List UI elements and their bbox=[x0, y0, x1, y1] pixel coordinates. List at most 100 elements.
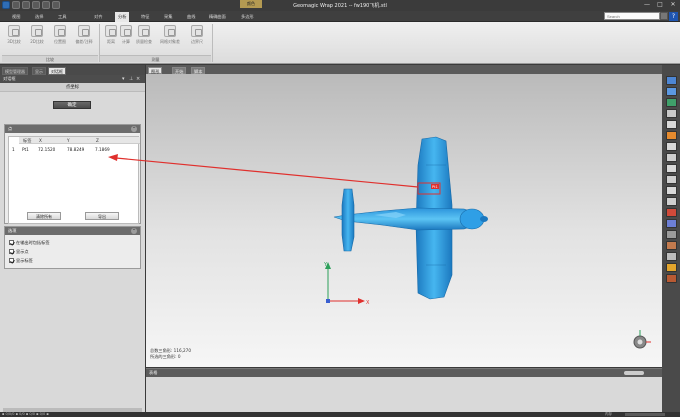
row-index[interactable]: 1 bbox=[12, 147, 15, 152]
points-section: 点 ^ 标签 X Y Z 1 Pt1 72.1520 78.8249 7.1869… bbox=[4, 124, 141, 224]
select-icon[interactable] bbox=[666, 142, 677, 151]
close-icon[interactable]: ✕ bbox=[667, 1, 679, 9]
clear-selection-icon[interactable] bbox=[666, 208, 677, 217]
polyline-icon[interactable] bbox=[666, 186, 677, 195]
checkbox-checked-icon[interactable] bbox=[9, 258, 14, 263]
ribbon-3d-compare-button[interactable]: 3D比较 bbox=[4, 25, 24, 45]
horizontal-scrollbar[interactable] bbox=[624, 371, 644, 375]
annotate-icon bbox=[78, 25, 90, 37]
tab-display[interactable]: 显示 bbox=[32, 67, 46, 75]
ribbon-location-map-button[interactable]: 位置图 bbox=[50, 25, 70, 45]
section-title: 点 bbox=[8, 126, 13, 131]
collapse-icon[interactable]: ^ bbox=[131, 228, 137, 234]
ribbon-compute-button[interactable]: 计算 bbox=[116, 25, 136, 45]
ok-button[interactable]: 确定 bbox=[53, 101, 91, 109]
group-separator bbox=[212, 24, 213, 62]
memory-label: 内存 bbox=[605, 412, 612, 416]
ellipse-icon[interactable] bbox=[666, 197, 677, 206]
help-icon[interactable]: ? bbox=[669, 12, 678, 21]
menu-bar: 视图 选择 工具 对齐 分析 特征 采集 曲线 精确曲面 多边形 bbox=[0, 11, 680, 22]
menu-item-select[interactable]: 选择 bbox=[35, 13, 43, 21]
cell-x[interactable]: 72.1520 bbox=[38, 147, 55, 152]
menu-item-curves[interactable]: 曲线 bbox=[187, 13, 195, 21]
brush-icon[interactable] bbox=[666, 164, 677, 173]
paint-icon[interactable] bbox=[666, 175, 677, 184]
menu-item-align[interactable]: 对齐 bbox=[94, 13, 102, 21]
dropdown-icon[interactable]: ▾ bbox=[122, 75, 125, 83]
invert-selection-icon[interactable] bbox=[666, 219, 677, 228]
selected-triangles: 所选的三角形: 0 bbox=[150, 354, 181, 359]
checkbox-checked-icon[interactable] bbox=[9, 240, 14, 245]
airplane-model[interactable] bbox=[333, 136, 488, 300]
view-fit-icon[interactable] bbox=[666, 76, 677, 85]
target-icon bbox=[138, 25, 150, 37]
column-header-x[interactable]: X bbox=[39, 138, 42, 144]
view-back-icon[interactable] bbox=[666, 109, 677, 118]
export-button[interactable]: 导出 bbox=[85, 212, 119, 220]
close-panel-icon[interactable]: × bbox=[136, 75, 140, 83]
view-rotate-icon[interactable] bbox=[666, 87, 677, 96]
pin-icon[interactable]: ⊥ bbox=[129, 75, 133, 83]
app-window: 颜色 Geomagic Wrap 2021 -- fw190飞机.stl — □… bbox=[0, 0, 680, 417]
search-input[interactable] bbox=[604, 12, 660, 20]
maximize-icon[interactable]: □ bbox=[654, 1, 666, 9]
ribbon-boundary-size-button[interactable]: 边界尺 bbox=[187, 25, 207, 45]
ribbon-group-measure: 测量 bbox=[100, 55, 211, 62]
right-toolbar bbox=[662, 65, 680, 412]
lighting-icon[interactable] bbox=[666, 252, 677, 261]
lasso-icon[interactable] bbox=[666, 153, 677, 162]
view-cube-icon[interactable] bbox=[633, 330, 651, 349]
show-points-checkbox[interactable]: 显示点 bbox=[9, 248, 29, 255]
section-title: 选项 bbox=[8, 228, 17, 233]
3d-viewport[interactable]: 图形 开始 脚本 Pt1 Y X 总数三角形: 116,270 所选的三角形: … bbox=[146, 65, 662, 367]
tab-dialog[interactable]: 对话框 bbox=[48, 67, 66, 75]
boundary-icon bbox=[191, 25, 203, 37]
title-bar: 颜色 Geomagic Wrap 2021 -- fw190飞机.stl — □… bbox=[0, 0, 680, 11]
menu-item-exact-surfacing[interactable]: 精确曲面 bbox=[209, 13, 226, 21]
collapse-icon[interactable]: ^ bbox=[131, 126, 137, 132]
cell-z[interactable]: 7.1869 bbox=[95, 147, 110, 152]
ribbon-mesh-difference-button[interactable]: 网格对象差 bbox=[160, 25, 180, 45]
menu-item-polygons[interactable]: 多边形 bbox=[241, 13, 254, 21]
calculator-icon bbox=[120, 25, 132, 37]
ribbon-2d-compare-button[interactable]: 2D比较 bbox=[27, 25, 47, 45]
panel-tabs: 模型管理器 显示 对话框 bbox=[0, 65, 145, 75]
hide-icon[interactable] bbox=[666, 230, 677, 239]
render-icon[interactable] bbox=[666, 131, 677, 140]
search-icon[interactable] bbox=[660, 12, 668, 20]
include-labels-checkbox[interactable]: 在输出时包括标签 bbox=[9, 239, 50, 246]
column-header-label[interactable]: 标签 bbox=[23, 138, 31, 144]
layer-icon[interactable] bbox=[666, 241, 677, 250]
scene-canvas: Pt1 Y X bbox=[323, 136, 651, 349]
zoom-icon[interactable] bbox=[666, 120, 677, 129]
column-header-y[interactable]: Y bbox=[67, 138, 70, 144]
section-header[interactable]: 点 ^ bbox=[5, 125, 140, 133]
ribbon-quality-check-button[interactable]: 质量检查 bbox=[134, 25, 154, 45]
ribbon-annotate-button[interactable]: 偏差/注释 bbox=[74, 25, 94, 45]
cell-label[interactable]: Pt1 bbox=[22, 147, 29, 152]
show-labels-checkbox[interactable]: 显示标签 bbox=[9, 257, 33, 264]
ribbon-button-label: 网格对象差 bbox=[160, 39, 180, 44]
ribbon-button-label: 边界尺 bbox=[191, 39, 203, 44]
column-header-z[interactable]: Z bbox=[96, 138, 99, 144]
ribbon-button-label: 2D比较 bbox=[30, 39, 44, 44]
material-icon[interactable] bbox=[666, 274, 677, 283]
menu-item-analysis[interactable]: 分析 bbox=[115, 12, 130, 22]
menu-item-view[interactable]: 视图 bbox=[12, 13, 20, 21]
status-counters: ▪ 0/0/0 ▪ 0/0 ▪ 0/0 ▪ 0/0 ▪ bbox=[2, 412, 49, 416]
axis-x-label: X bbox=[366, 300, 370, 306]
menu-item-tools[interactable]: 工具 bbox=[58, 13, 66, 21]
checkbox-checked-icon[interactable] bbox=[9, 249, 14, 254]
menu-item-capture[interactable]: 采集 bbox=[164, 13, 172, 21]
bottom-panel: 表格 bbox=[146, 368, 662, 412]
ribbon-button-label: 位置图 bbox=[54, 39, 66, 44]
cell-y[interactable]: 78.8249 bbox=[67, 147, 84, 152]
view-front-icon[interactable] bbox=[666, 98, 677, 107]
tab-model-manager[interactable]: 模型管理器 bbox=[2, 67, 28, 75]
minimize-icon[interactable]: — bbox=[641, 1, 653, 9]
clear-all-button[interactable]: 清除所有 bbox=[27, 212, 61, 220]
section-header[interactable]: 选项 ^ bbox=[5, 227, 140, 235]
menu-item-features[interactable]: 特征 bbox=[141, 13, 149, 21]
color-icon[interactable] bbox=[666, 263, 677, 272]
window-title: Geomagic Wrap 2021 -- fw190飞机.stl bbox=[293, 3, 387, 9]
